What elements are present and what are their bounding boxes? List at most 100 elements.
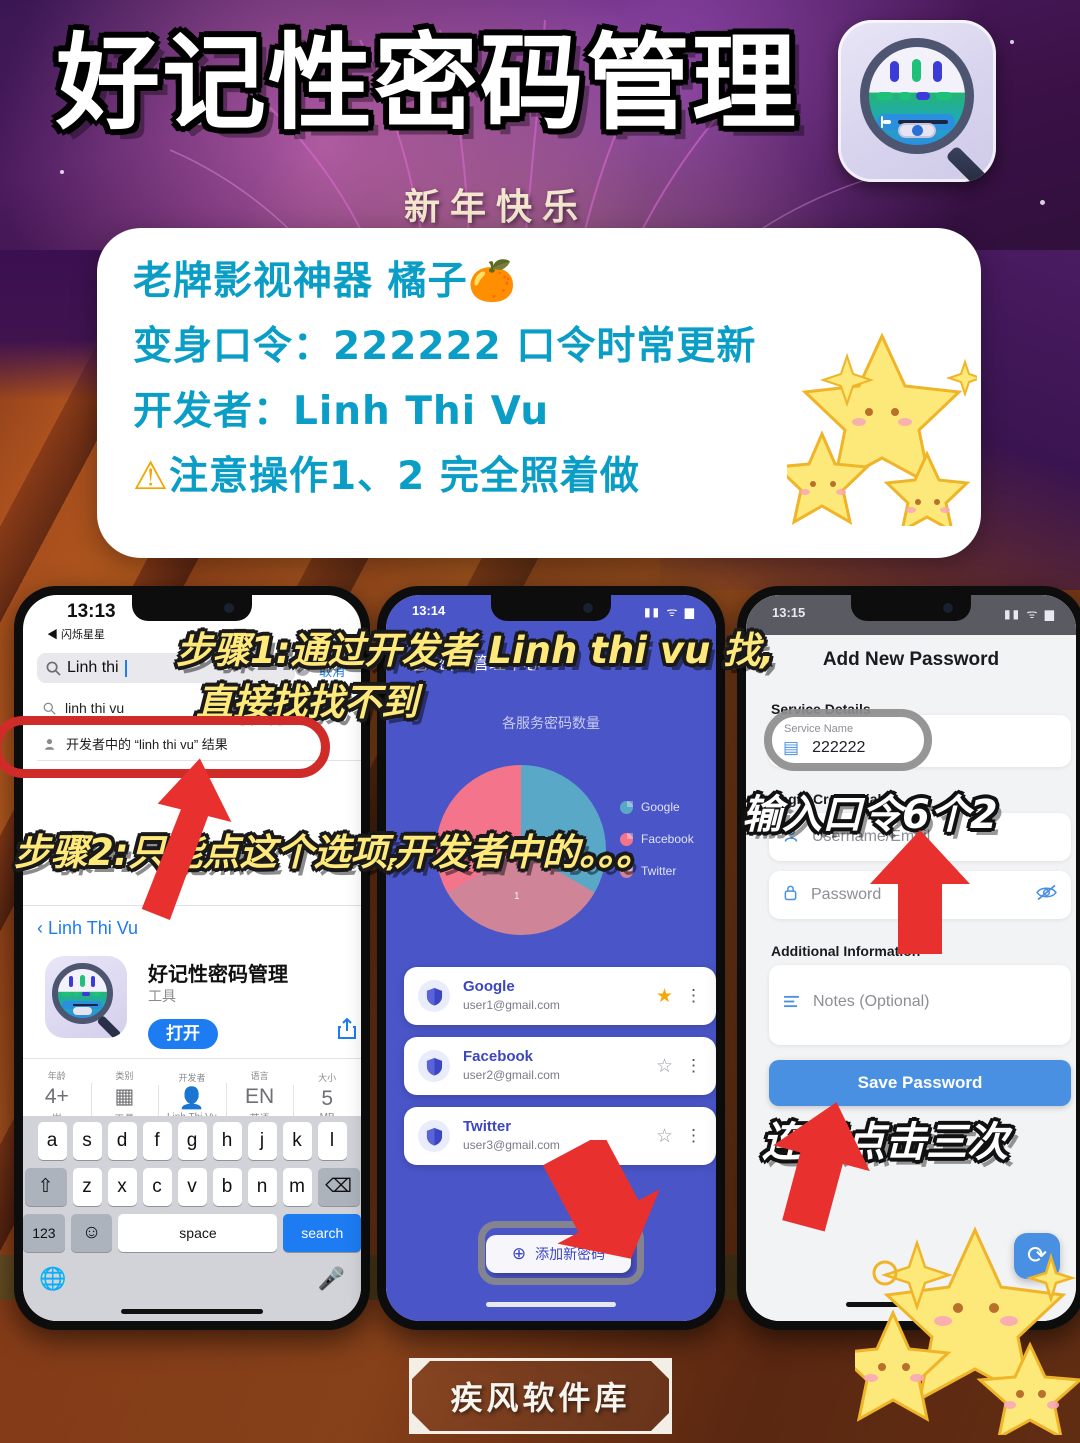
meta-value: 5 — [321, 1086, 334, 1110]
key-a[interactable]: a — [37, 1122, 67, 1160]
meta-developer: 开发者 👤 Linh Thi Vu — [158, 1071, 226, 1129]
password-entry-google[interactable]: Google user1@gmail.com ★ ⋮ — [404, 967, 716, 1025]
shift-icon[interactable]: ⇧ — [24, 1168, 67, 1206]
kawaii-star-decoration — [787, 332, 977, 526]
status-time: 13:13 — [67, 601, 116, 622]
entry-name: Twitter — [463, 1118, 512, 1135]
overflow-menu-icon[interactable]: ⋮ — [685, 987, 702, 1004]
nav-bar: ‹ Add New Password — [746, 639, 1076, 683]
status-indicators: ▮▮ ᯤ ▆ — [643, 605, 696, 619]
app-icon — [838, 20, 996, 182]
chevron-left-icon: ‹ — [37, 918, 48, 938]
pie-label-twitter: 1 — [514, 891, 520, 902]
meta-size: 大小 5 MB — [293, 1071, 361, 1129]
share-glyph — [338, 1017, 356, 1039]
meta-header: 语言 — [250, 1070, 269, 1081]
red-arrow-add-button — [542, 1140, 660, 1259]
share-icon[interactable] — [337, 1017, 357, 1046]
watermark-text: 疾风软件库 — [450, 1379, 631, 1417]
text-caret — [124, 659, 127, 677]
key-z[interactable]: z — [72, 1168, 102, 1206]
camera-icon — [583, 603, 593, 613]
camera-icon — [943, 603, 953, 613]
status-indicators: ▮▮ ᯤ ▆ — [1003, 607, 1056, 621]
highlight-ring-service-name — [764, 709, 932, 771]
entry-text: Facebook user2@gmail.com — [463, 1048, 656, 1084]
ios-keyboard[interactable]: a s d f g h j k l ⇧ z x c v b n m ⌫ 123 … — [23, 1116, 361, 1321]
corner-mark-br — [648, 1410, 672, 1434]
favorite-star-icon[interactable]: ★ — [656, 985, 673, 1008]
notes-icon — [783, 993, 800, 1013]
key-x[interactable]: x — [107, 1168, 137, 1206]
key-g[interactable]: g — [177, 1122, 207, 1160]
entry-text: Google user1@gmail.com — [463, 978, 656, 1014]
status-time: 13:15 — [772, 605, 806, 620]
app-name: 好记性密码管理 — [148, 964, 288, 986]
key-j[interactable]: j — [247, 1122, 277, 1160]
warning-icon: ⚠ — [133, 454, 169, 499]
numbers-key[interactable]: 123 — [23, 1214, 65, 1252]
search-key[interactable]: search — [283, 1214, 361, 1252]
meta-header: 类别 — [115, 1070, 134, 1081]
key-k[interactable]: k — [282, 1122, 312, 1160]
open-app-button[interactable]: 打开 — [148, 1019, 218, 1049]
legend-swatch-google — [620, 800, 633, 814]
info-line-1: 老牌影视神器 橘子🍊 — [133, 259, 518, 304]
notes-field[interactable]: Notes (Optional) — [769, 965, 1071, 1045]
search-icon — [46, 661, 61, 676]
legend-label-google: Google — [641, 800, 680, 814]
notes-placeholder: Notes (Optional) — [813, 993, 930, 1010]
legend-item-google: Google — [620, 800, 694, 814]
space-key[interactable]: space — [118, 1214, 278, 1252]
app-category: 工具 — [148, 988, 176, 1004]
kawaii-star-group — [855, 1226, 1080, 1435]
chart-title: 各服务密码数量 — [502, 715, 600, 731]
key-v[interactable]: v — [177, 1168, 207, 1206]
person-icon: 👤 — [178, 1086, 206, 1110]
overflow-menu-icon[interactable]: ⋮ — [685, 1057, 702, 1074]
entry-email: user1@gmail.com — [463, 998, 560, 1012]
lock-icon — [783, 884, 798, 906]
shield-icon — [418, 980, 450, 1012]
search-value: Linh thi — [67, 659, 119, 676]
key-l[interactable]: l — [317, 1122, 347, 1160]
entry-name: Google — [463, 978, 515, 995]
info-line-4-text: 注意操作1、2 完全照着做 — [168, 454, 640, 499]
toggle-password-visibility-icon[interactable] — [1036, 884, 1057, 906]
key-m[interactable]: m — [282, 1168, 312, 1206]
corner-mark-tl — [409, 1358, 433, 1382]
shield-icon — [418, 1050, 450, 1082]
red-arrow-step2 — [141, 758, 232, 920]
home-indicator — [121, 1309, 263, 1314]
emoji-icon[interactable]: ☺ — [70, 1214, 113, 1252]
red-arrow-username — [870, 830, 970, 954]
screen-title: Add New Password — [822, 649, 1000, 670]
overflow-menu-icon[interactable]: ⋮ — [685, 1127, 702, 1144]
app-detail-card: ‹ Linh Thi Vu 好记性密码管理 工具 打开 年龄 4+ 类别 ▦ 开… — [23, 905, 361, 1135]
app-list-icon — [45, 956, 127, 1038]
keyboard-bottom-row: 🌐 🎤 — [23, 1260, 361, 1292]
backspace-icon[interactable]: ⌫ — [317, 1168, 360, 1206]
key-c[interactable]: c — [142, 1168, 172, 1206]
notch — [491, 595, 611, 621]
key-d[interactable]: d — [107, 1122, 137, 1160]
key-n[interactable]: n — [247, 1168, 277, 1206]
info-card: 老牌影视神器 橘子🍊 变身口令：222222 口令时常更新 开发者：Linh T… — [97, 228, 981, 558]
back-to-app-label[interactable]: ◀ 闪烁星星 — [47, 626, 105, 642]
entry-name: Facebook — [463, 1048, 534, 1065]
keyboard-row-3: 123 ☺ space search — [23, 1214, 361, 1252]
page-title: 好记性密码管理 — [56, 26, 799, 142]
key-h[interactable]: h — [212, 1122, 242, 1160]
footer-watermark: 疾风软件库 — [409, 1358, 672, 1434]
meta-header: 开发者 — [178, 1072, 206, 1083]
key-s[interactable]: s — [72, 1122, 102, 1160]
key-f[interactable]: f — [142, 1122, 172, 1160]
notch — [132, 595, 252, 621]
meta-header: 年龄 — [47, 1070, 66, 1081]
key-b[interactable]: b — [212, 1168, 242, 1206]
password-entry-facebook[interactable]: Facebook user2@gmail.com ☆ ⋮ — [404, 1037, 716, 1095]
globe-icon[interactable]: 🌐 — [39, 1266, 66, 1292]
calculator-icon: ▦ — [114, 1084, 135, 1108]
favorite-star-icon[interactable]: ☆ — [656, 1055, 673, 1078]
mic-icon[interactable]: 🎤 — [318, 1266, 345, 1292]
